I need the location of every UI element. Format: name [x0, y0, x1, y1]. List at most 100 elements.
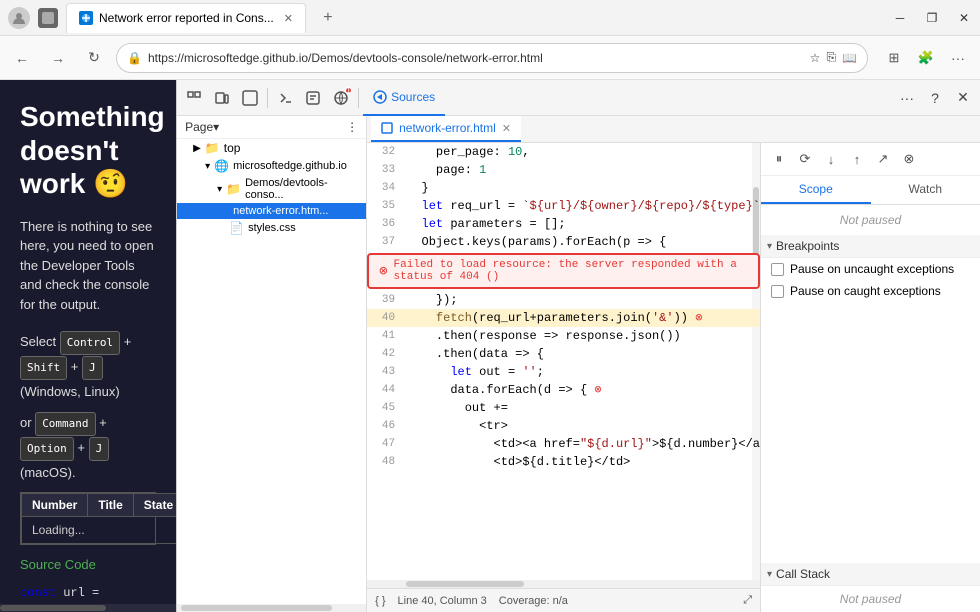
step-into-button[interactable]: ↓ — [819, 147, 843, 171]
back-button[interactable]: ← — [8, 44, 36, 72]
profile-avatar[interactable] — [8, 7, 30, 29]
tree-item-demos[interactable]: ▾ 📁 Demos/devtools-conso... — [177, 175, 366, 203]
share-icon[interactable]: ⎘ — [826, 50, 836, 65]
page-more-icon[interactable]: ⋮ — [346, 120, 358, 134]
forward-button[interactable]: → — [44, 44, 72, 72]
col-title: Title — [88, 494, 133, 517]
devtools-close-icon[interactable]: ✕ — [950, 85, 976, 111]
code-line-42: 42 .then(data => { — [367, 345, 760, 363]
callstack-status: Not paused — [761, 586, 980, 612]
collections-button[interactable]: ⊞ — [880, 44, 908, 72]
code-lines: 32 per_page: 10, 33 page: 1 34 — [367, 143, 760, 471]
bp-uncaught[interactable]: Pause on uncaught exceptions — [761, 258, 980, 280]
bp-caught[interactable]: Pause on caught exceptions — [761, 280, 980, 302]
restore-button[interactable]: ❐ — [924, 11, 940, 25]
arrow-icon: ▾ — [217, 184, 222, 195]
step-button[interactable]: ↗ — [871, 147, 895, 171]
bp-uncaught-checkbox[interactable] — [771, 263, 784, 276]
scope-watch-tabs: Scope Watch — [761, 176, 980, 205]
tree-item-styles[interactable]: 📄 styles.css — [177, 219, 366, 237]
devtools-toolbar: 1 Sources ··· ? ✕ — [177, 80, 980, 116]
filetree-scrollbar[interactable] — [177, 604, 366, 612]
file-tree-panel: Page ▾ ⋮ ▶ 📁 top ▾ 🌐 microsoftedge.githu… — [177, 116, 367, 612]
bp-caught-checkbox[interactable] — [771, 285, 784, 298]
code-line-39: 39 }); — [367, 291, 760, 309]
page-heading: Something doesn't work 🤨 — [20, 100, 156, 201]
webpage-panel: Something doesn't work 🤨 There is nothin… — [0, 80, 176, 612]
device-toggle-icon[interactable] — [209, 85, 235, 111]
breakpoints-arrow-icon: ▾ — [767, 241, 772, 252]
shift-key: Shift — [20, 356, 67, 380]
address-box[interactable]: 🔒 https://microsoftedge.github.io/Demos/… — [116, 43, 868, 73]
pause-button[interactable]: ⏸ — [767, 147, 791, 171]
bp-caught-label: Pause on caught exceptions — [790, 284, 941, 298]
code-tab-close-button[interactable]: ✕ — [502, 122, 511, 135]
folder-icon: 📁 — [226, 182, 241, 196]
callstack-arrow-icon: ▾ — [767, 569, 772, 580]
code-line-36: 36 let parameters = []; — [367, 215, 760, 233]
more-tools-icon[interactable]: ··· — [894, 85, 920, 111]
tree-item-top[interactable]: ▶ 📁 top — [177, 139, 366, 157]
refresh-button[interactable]: ↻ — [80, 44, 108, 72]
more-button[interactable]: ··· — [944, 44, 972, 72]
col-number: Number — [22, 494, 88, 517]
devtools-panel: 1 Sources ··· ? ✕ Page ▾ ⋮ — [176, 80, 980, 612]
addressbar: ← → ↻ 🔒 https://microsoftedge.github.io/… — [0, 36, 980, 80]
page-header: Page ▾ ⋮ — [177, 116, 366, 139]
scope-tab[interactable]: Scope — [761, 176, 871, 204]
horizontal-scrollbar[interactable] — [0, 604, 176, 612]
step-over-button[interactable]: ⟳ — [793, 147, 817, 171]
window-controls: ─ ❐ ✕ — [892, 11, 972, 25]
help-icon[interactable]: ? — [922, 85, 948, 111]
expand-icon[interactable]: ⤢ — [743, 594, 752, 607]
code-line-48: 48 <td>${d.title}</td> — [367, 453, 760, 471]
fav-icon[interactable]: ☆ — [810, 51, 821, 65]
code-scrollbar-h[interactable] — [367, 580, 760, 588]
code-line-43: 43 let out = ''; — [367, 363, 760, 381]
console-icon[interactable] — [300, 85, 326, 111]
j-key: J — [82, 356, 103, 380]
tree-item-domain[interactable]: ▾ 🌐 microsoftedge.github.io — [177, 157, 366, 175]
code-tab-network-error[interactable]: network-error.html ✕ — [371, 116, 521, 142]
code-line-46: 46 <tr> — [367, 417, 760, 435]
new-tab-button[interactable]: + — [314, 4, 342, 32]
j-key-2: J — [89, 437, 110, 461]
code-line-34: 34 } — [367, 179, 760, 197]
address-icons: ☆ ⎘ 📖 — [810, 50, 857, 65]
domain-icon: 🌐 — [214, 159, 229, 173]
breakpoints-section-header[interactable]: ▾ Breakpoints — [761, 235, 980, 258]
inspect-icon[interactable] — [237, 85, 263, 111]
code-line-44: 44 data.forEach(d => { ⊗ — [367, 381, 760, 399]
tab-favicon — [79, 11, 93, 25]
elements-icon[interactable] — [272, 85, 298, 111]
close-button[interactable]: ✕ — [956, 11, 972, 25]
main-layout: Something doesn't work 🤨 There is nothin… — [0, 80, 980, 612]
tree-label: Demos/devtools-conso... — [245, 177, 358, 201]
page-body: There is nothing to see here, you need t… — [20, 217, 156, 315]
extensions-button[interactable]: 🧩 — [912, 44, 940, 72]
ctrl-key: Control — [60, 331, 120, 355]
minimize-button[interactable]: ─ — [892, 11, 908, 25]
read-icon[interactable]: 📖 — [842, 51, 857, 65]
brackets-icon: { } — [375, 595, 385, 607]
select-element-icon[interactable] — [181, 85, 207, 111]
lock-icon: 🔒 — [127, 51, 142, 65]
tab-close-button[interactable]: ✕ — [284, 12, 293, 25]
breakpoints-label: Breakpoints — [776, 239, 839, 253]
data-table: Number Title State Loading... — [20, 492, 156, 545]
step-out-button[interactable]: ↑ — [845, 147, 869, 171]
network-icon[interactable]: 1 — [328, 85, 354, 111]
watch-tab[interactable]: Watch — [871, 176, 980, 204]
arrow-icon: ▾ — [205, 161, 210, 172]
toolbar-right: ⊞ 🧩 ··· — [880, 44, 972, 72]
code-viewer: 32 per_page: 10, 33 page: 1 34 — [367, 143, 760, 612]
coverage-status: Coverage: n/a — [499, 595, 568, 607]
browser-tab[interactable]: Network error reported in Cons... ✕ — [66, 3, 306, 33]
tree-item-network-error[interactable]: network-error.htm... — [177, 203, 366, 219]
callstack-section-header[interactable]: ▾ Call Stack — [761, 563, 980, 586]
page-dropdown-icon[interactable]: ▾ — [213, 120, 219, 134]
source-link[interactable]: Source Code — [20, 557, 156, 572]
tree-label: styles.css — [248, 222, 296, 234]
sources-tab[interactable]: Sources — [363, 80, 445, 116]
deactivate-breakpoints-button[interactable]: ⊗ — [897, 147, 921, 171]
